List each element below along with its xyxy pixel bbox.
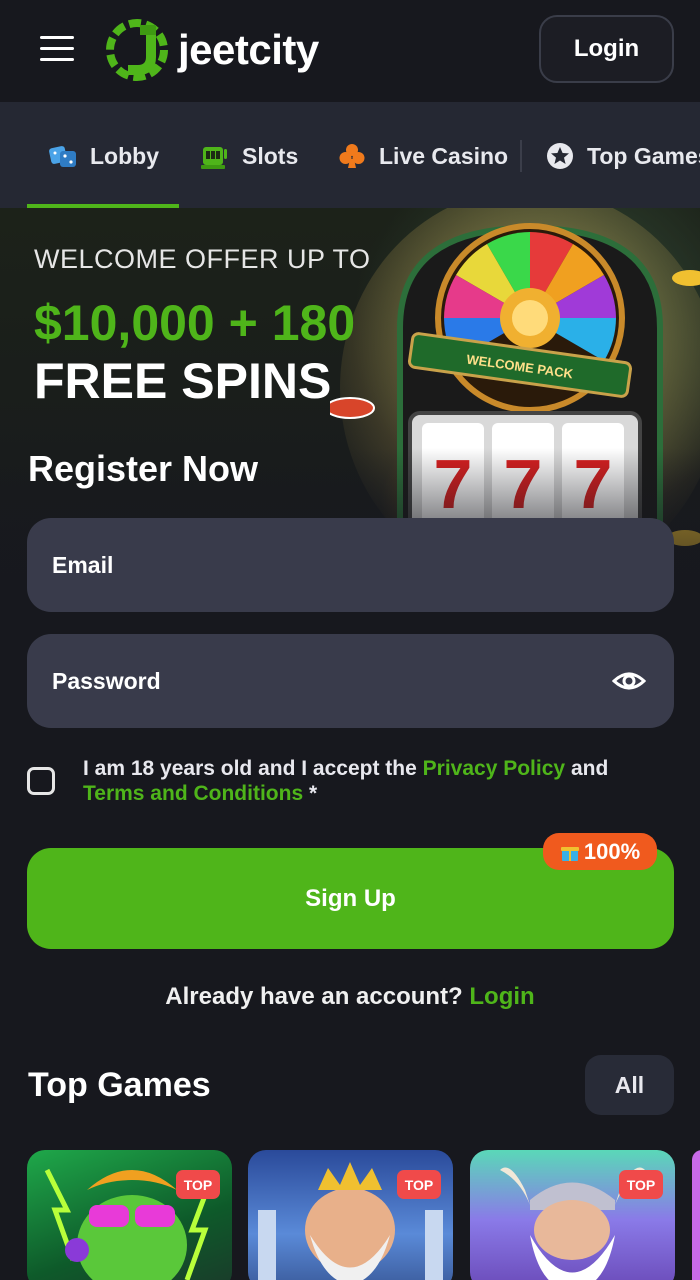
login-link[interactable]: Login bbox=[469, 983, 534, 1010]
logo-text: jeetcity bbox=[178, 26, 319, 73]
terms-link[interactable]: Terms and Conditions bbox=[83, 782, 303, 805]
top-badge: TOP bbox=[619, 1170, 663, 1199]
all-games-button[interactable]: All bbox=[585, 1055, 674, 1115]
menu-icon[interactable] bbox=[40, 36, 74, 64]
email-field[interactable] bbox=[27, 518, 674, 612]
privacy-policy-link[interactable]: Privacy Policy bbox=[423, 757, 565, 780]
terms-text: I am 18 years old and I accept the Priva… bbox=[83, 757, 609, 805]
nav-item-lobby[interactable]: Lobby bbox=[48, 138, 159, 174]
offer-subtitle: WELCOME OFFER UP TO bbox=[34, 244, 371, 274]
slot-machine-icon bbox=[200, 141, 230, 171]
age-terms-checkbox[interactable] bbox=[27, 767, 55, 795]
nav-label: Lobby bbox=[90, 142, 159, 169]
eye-icon[interactable] bbox=[612, 664, 646, 698]
nav-item-top-games[interactable]: Top Games bbox=[545, 138, 700, 174]
bonus-badge: 100% bbox=[543, 833, 657, 870]
game-card[interactable] bbox=[692, 1150, 700, 1280]
nav-item-live-casino[interactable]: Live Casino bbox=[337, 138, 508, 174]
game-card[interactable]: TOP bbox=[27, 1150, 232, 1280]
register-title: Register Now bbox=[28, 448, 259, 489]
offer-free-spins: FREE SPINS bbox=[34, 353, 332, 409]
header: jeetcity Login bbox=[0, 0, 700, 102]
nav-label: Live Casino bbox=[379, 142, 509, 169]
password-input[interactable] bbox=[52, 667, 592, 695]
dice-icon bbox=[48, 141, 78, 171]
category-nav: Lobby Slots Live Casino Top Games bbox=[0, 102, 700, 208]
top-badge: TOP bbox=[397, 1170, 441, 1199]
email-input[interactable] bbox=[52, 551, 592, 579]
star-icon bbox=[545, 141, 575, 171]
nav-item-slots[interactable]: Slots bbox=[200, 138, 298, 174]
gift-icon bbox=[560, 846, 579, 861]
password-field[interactable] bbox=[27, 634, 674, 728]
offer-amount: $10,000 + 180 bbox=[34, 295, 356, 351]
login-button[interactable]: Login bbox=[539, 15, 674, 83]
game-card[interactable]: TOP bbox=[470, 1150, 675, 1280]
logo-mark-icon bbox=[106, 19, 168, 81]
nav-label: Top Games bbox=[587, 142, 700, 169]
club-icon bbox=[337, 141, 367, 171]
nav-divider bbox=[520, 140, 522, 172]
top-games-title: Top Games bbox=[28, 1066, 211, 1104]
nav-label: Slots bbox=[242, 142, 299, 169]
game-card[interactable]: TOP bbox=[248, 1150, 453, 1280]
have-account-text: Already have an account? Login bbox=[165, 983, 535, 1010]
top-badge: TOP bbox=[176, 1170, 220, 1199]
logo[interactable]: jeetcity bbox=[106, 18, 319, 82]
